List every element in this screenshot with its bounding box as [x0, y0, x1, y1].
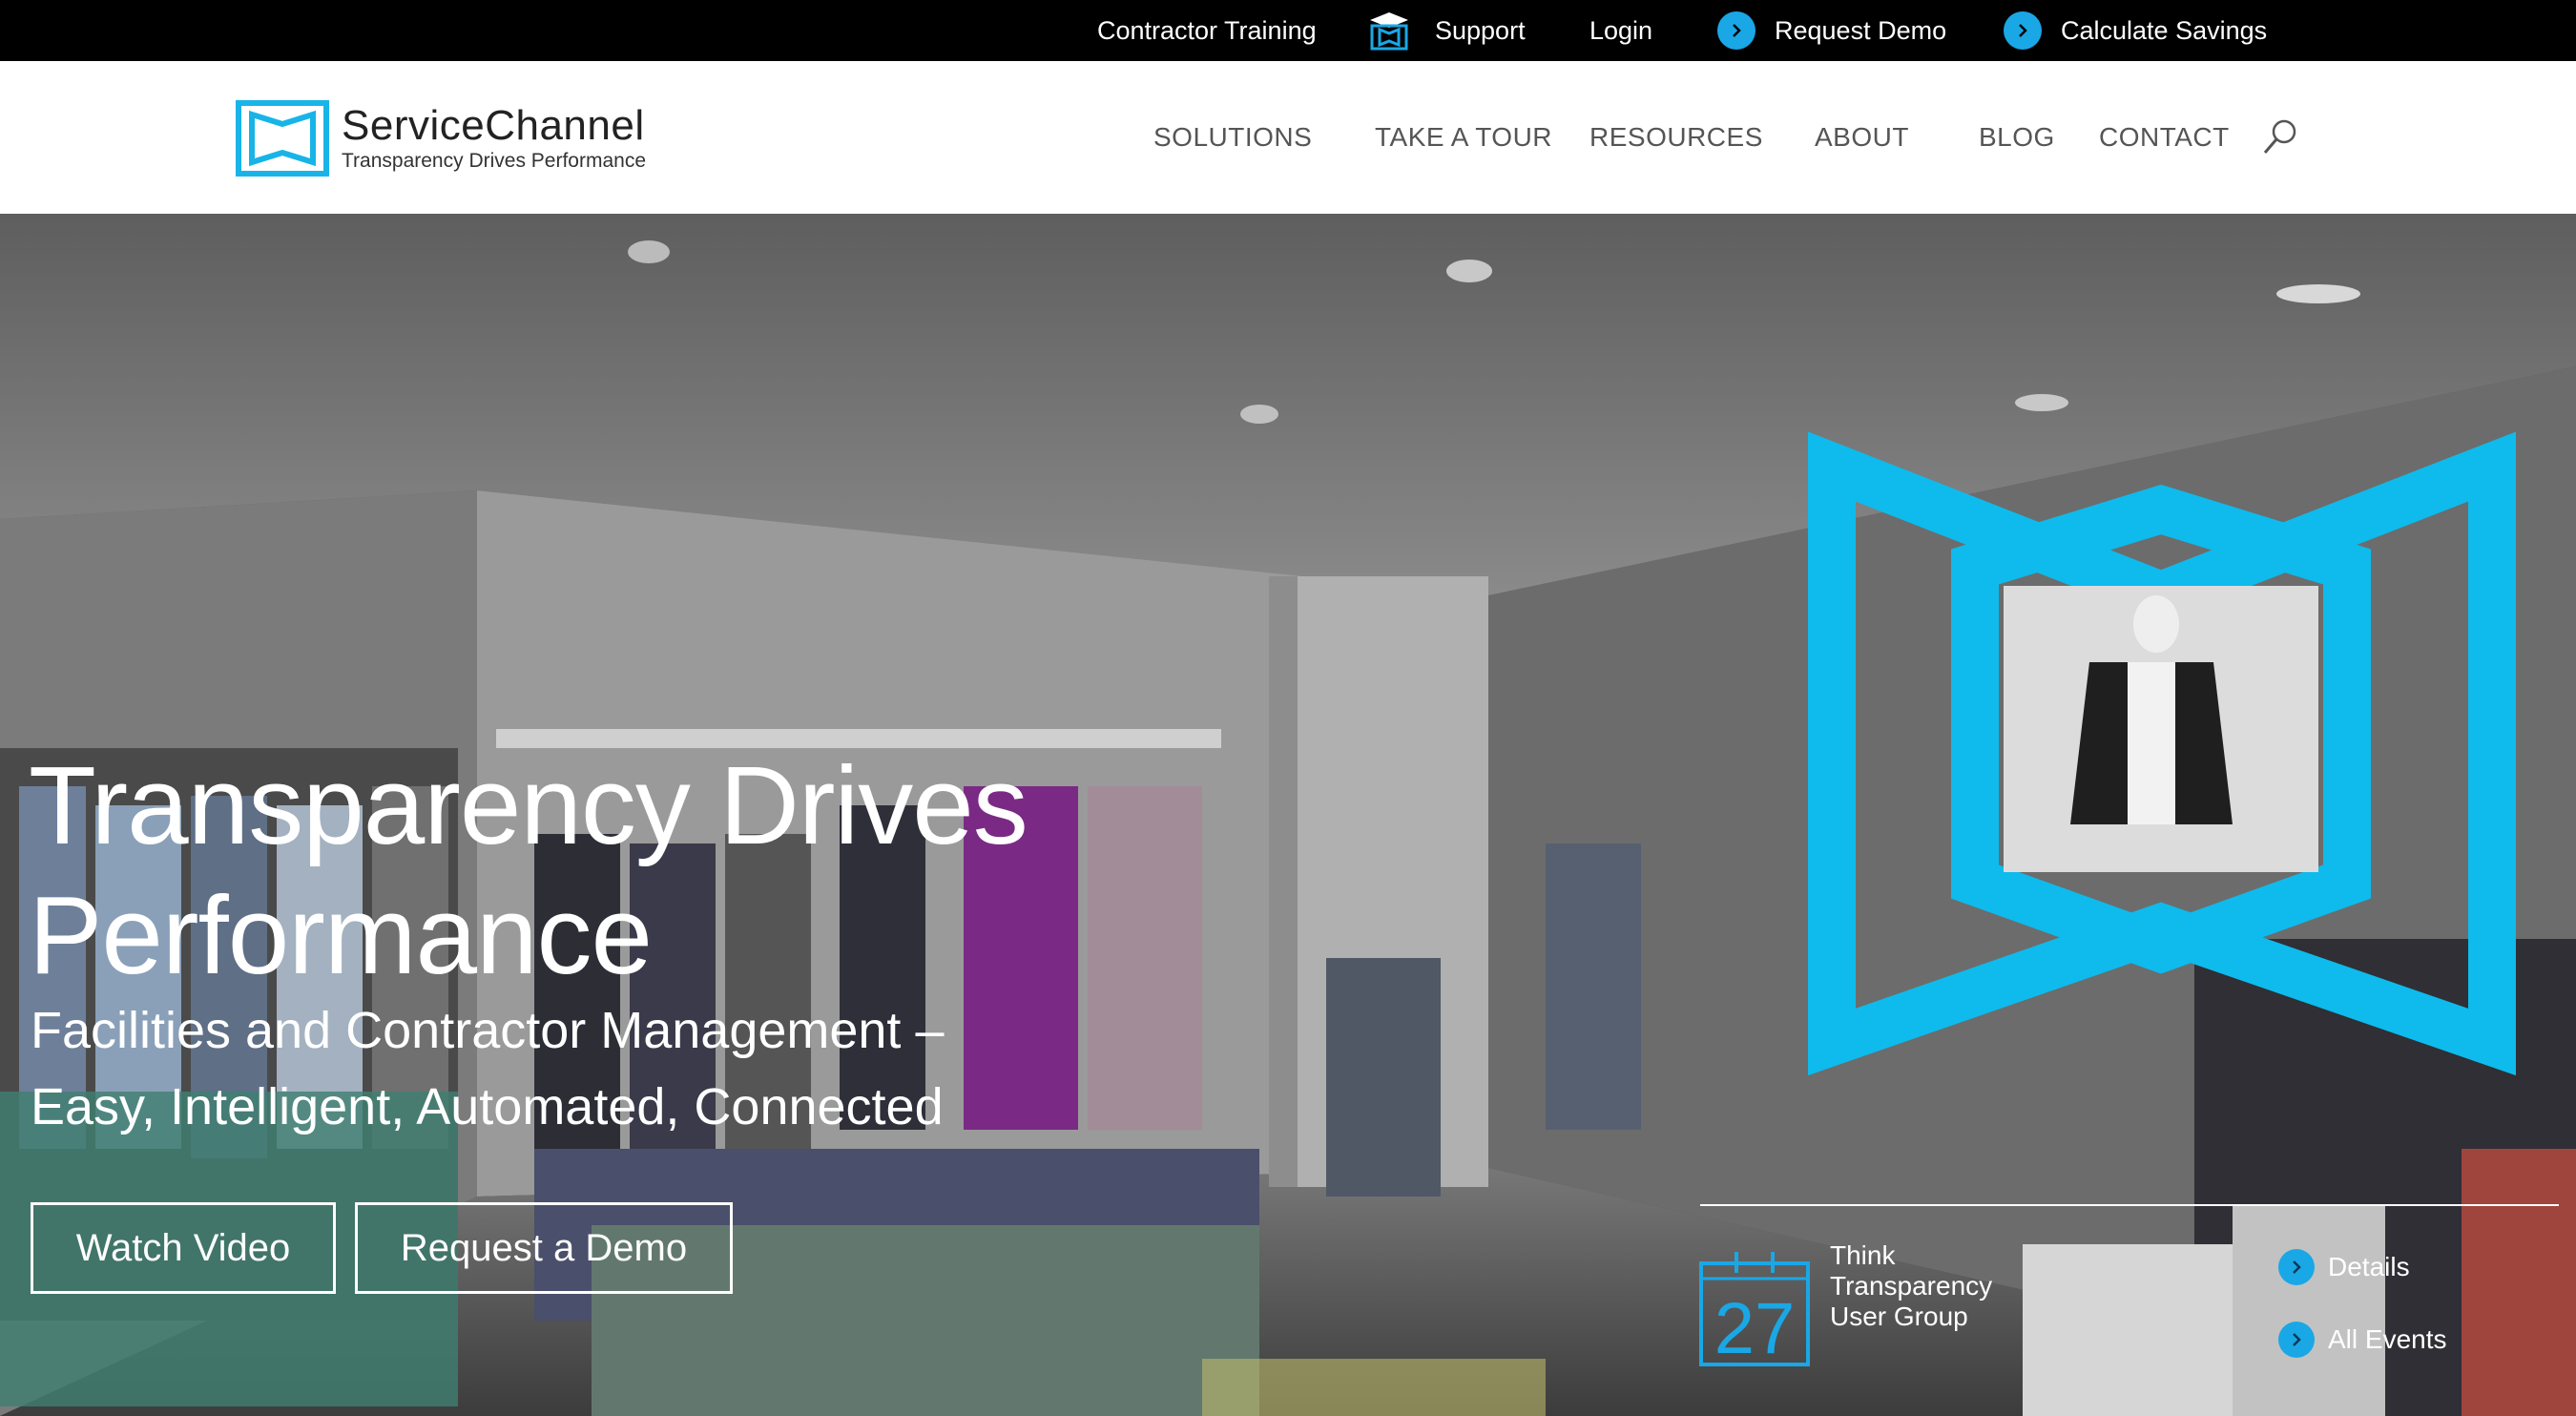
event-title-line3: User Group: [1830, 1301, 1968, 1331]
nav-blog[interactable]: BLOG: [1979, 61, 2055, 214]
main-header: ServiceChannel Transparency Drives Perfo…: [0, 61, 2576, 214]
nav-take-a-tour[interactable]: TAKE A TOUR: [1375, 61, 1552, 214]
hero-subtitle-line2: Easy, Intelligent, Automated, Connected: [31, 1078, 944, 1135]
calculate-savings-label: Calculate Savings: [2061, 15, 2268, 45]
watch-video-button[interactable]: Watch Video: [31, 1202, 336, 1294]
event-title-line1: Think: [1830, 1240, 1896, 1270]
chevron-right-icon: [1717, 11, 1755, 50]
utility-bar: Contractor Training Support Login Reques…: [0, 0, 2576, 61]
graduation-cap-icon: [1370, 12, 1408, 51]
request-a-demo-button[interactable]: Request a Demo: [355, 1202, 733, 1294]
event-day: 27: [1714, 1288, 1796, 1368]
all-events-label: All Events: [2328, 1324, 2447, 1354]
contractor-training-label: Contractor Training: [1097, 15, 1317, 45]
request-demo-label: Request Demo: [1775, 15, 1947, 45]
search-icon[interactable]: [2261, 116, 2299, 158]
all-events-link[interactable]: All Events: [2278, 1321, 2447, 1359]
event-title-line2: Transparency: [1830, 1271, 1993, 1301]
hero-subtitle-line1: Facilities and Contractor Management –: [31, 1002, 945, 1059]
event-details-label: Details: [2328, 1252, 2410, 1281]
hero-subtitle: Facilities and Contractor Management – E…: [31, 992, 1080, 1145]
login-link[interactable]: Login: [1589, 0, 1652, 61]
support-label: Support: [1435, 15, 1526, 45]
events-divider: [1700, 1204, 2559, 1206]
hero-title-line1: Transparency Drives: [29, 743, 1028, 867]
chevron-right-icon: [2004, 11, 2042, 50]
event-details-link[interactable]: Details: [2278, 1248, 2410, 1286]
login-label: Login: [1589, 15, 1653, 45]
hero-banner: Transparency Drives Performance Faciliti…: [0, 214, 2576, 1416]
servicechannel-logo[interactable]: ServiceChannel Transparency Drives Perfo…: [235, 94, 654, 183]
nav-solutions[interactable]: SOLUTIONS: [1153, 61, 1312, 214]
nav-about[interactable]: ABOUT: [1815, 61, 1909, 214]
hero-title-line2: Performance: [29, 873, 653, 997]
contractor-training-link[interactable]: Contractor Training: [1097, 0, 1317, 61]
calculate-savings-link[interactable]: Calculate Savings: [2004, 0, 2267, 61]
hero-title: Transparency Drives Performance: [29, 740, 1078, 1000]
request-demo-link[interactable]: Request Demo: [1717, 0, 1946, 61]
logo-tagline: Transparency Drives Performance: [342, 150, 646, 172]
event-title[interactable]: Think Transparency User Group: [1830, 1240, 2078, 1332]
nav-contact[interactable]: CONTACT: [2099, 61, 2230, 214]
nav-resources[interactable]: RESOURCES: [1589, 61, 1763, 214]
event-calendar-icon: 27: [1698, 1250, 1811, 1369]
chevron-right-icon: [2278, 1322, 2315, 1358]
support-link[interactable]: Support: [1366, 0, 1526, 61]
logo-mark-icon: [236, 100, 329, 177]
logo-brand-name: ServiceChannel: [342, 102, 645, 149]
chevron-right-icon: [2278, 1249, 2315, 1285]
